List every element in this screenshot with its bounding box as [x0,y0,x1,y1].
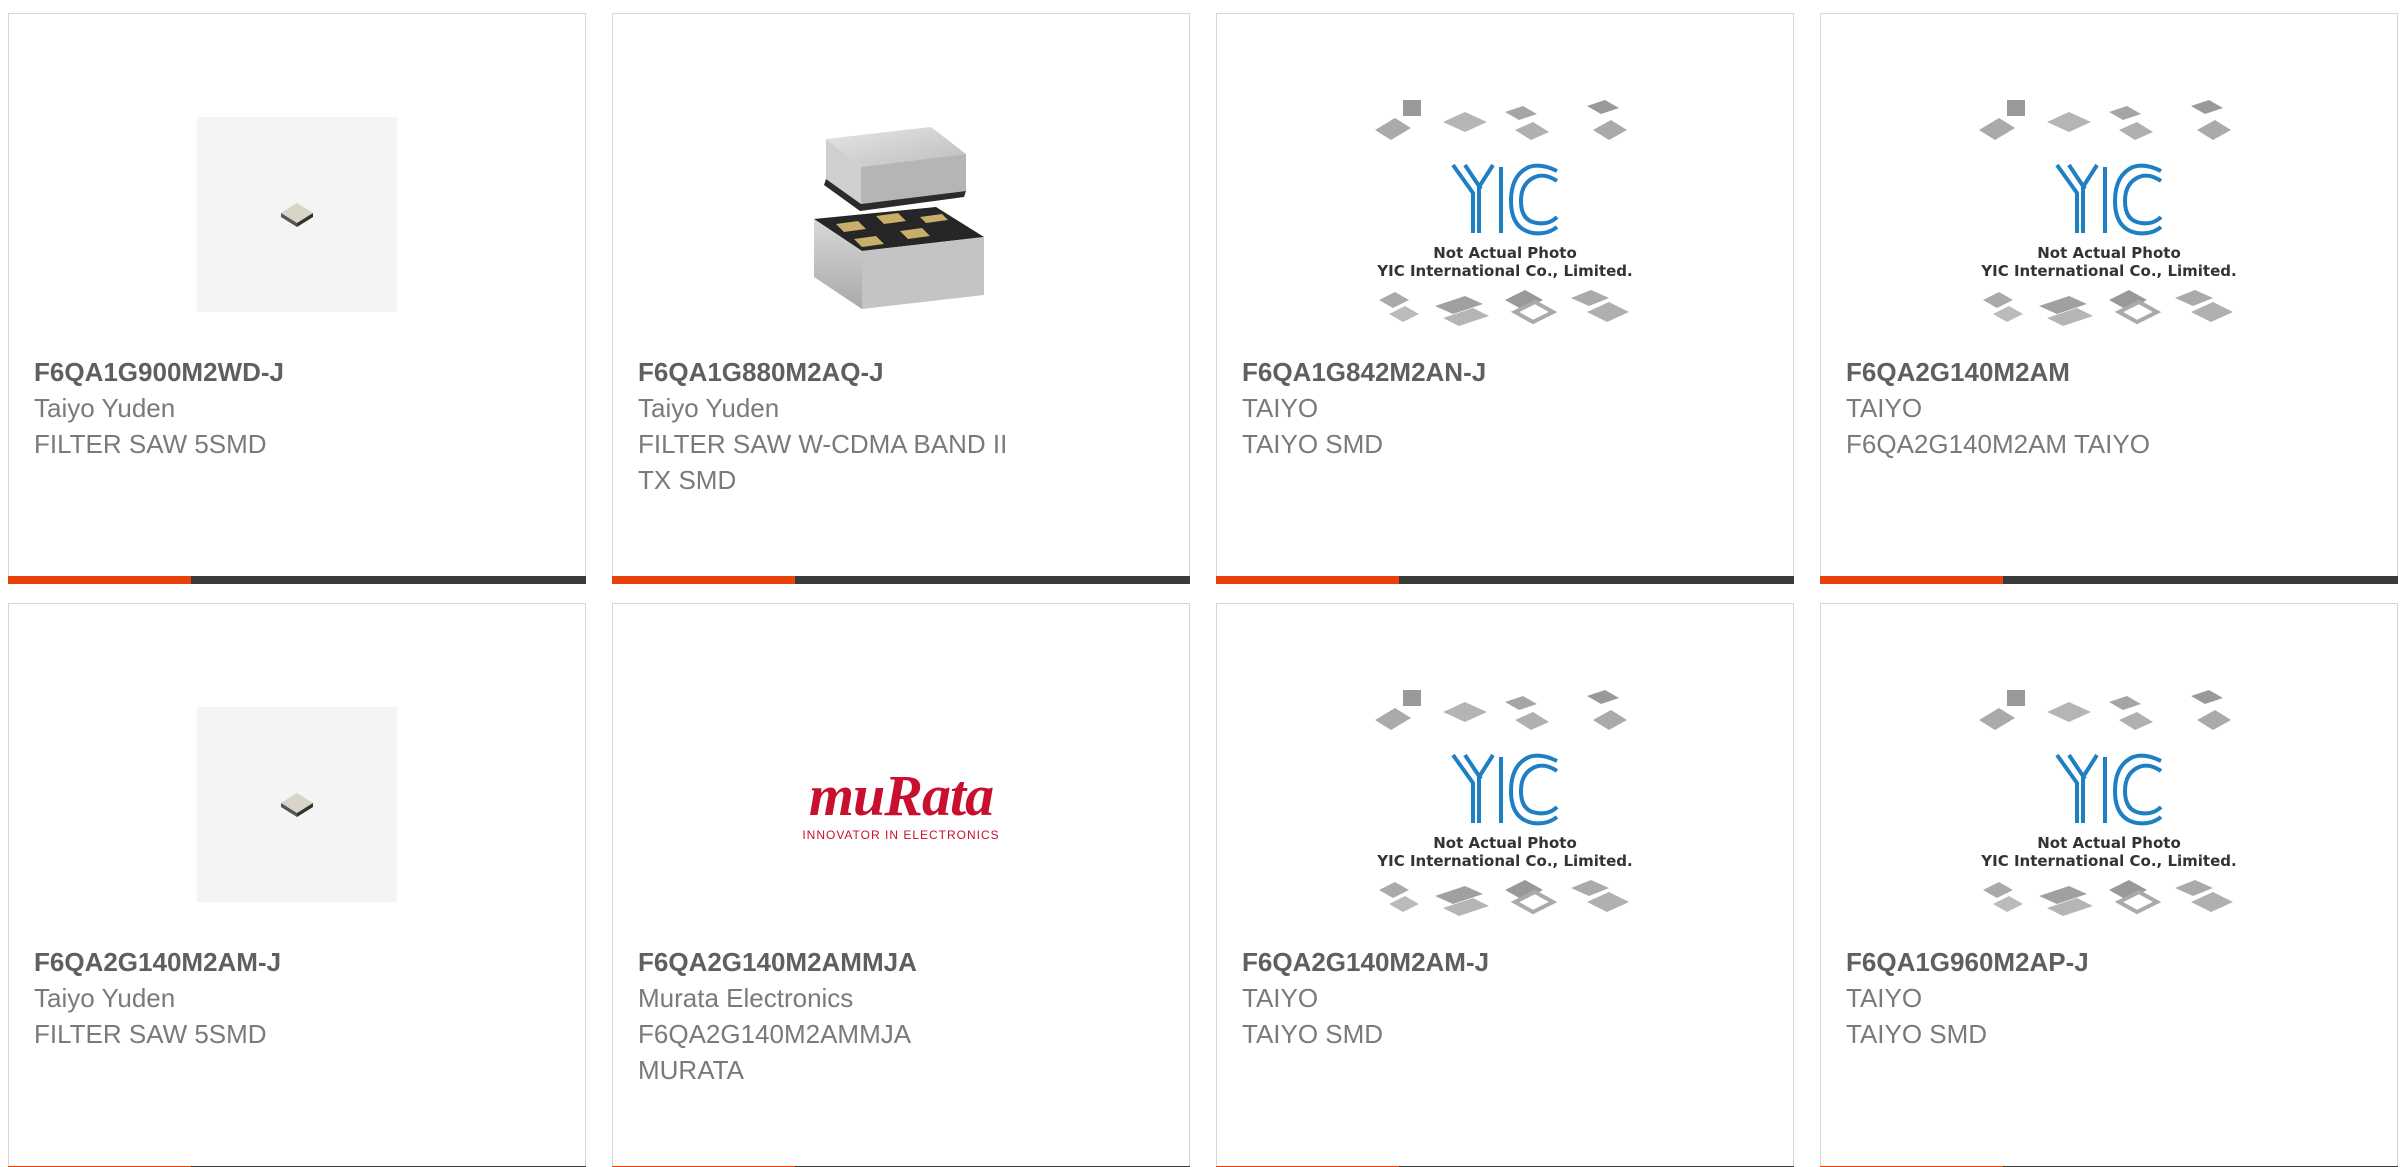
part-number[interactable]: F6QA1G880M2AQ-J [638,354,1164,390]
product-card[interactable]: muRata INNOVATOR IN ELECTRONICS F6QA2G14… [612,603,1190,1167]
description: FILTER SAW 5SMD [34,1019,267,1049]
description: FILTER SAW 5SMD [34,429,267,459]
chip-photo [197,706,397,902]
placeholder-caption: Not Actual Photo [1433,243,1577,262]
murata-logo: muRata INNOVATOR IN ELECTRONICS [802,763,1000,843]
yic-placeholder: Not Actual Photo YIC International Co., … [1969,684,2249,925]
placeholder-caption: Not Actual Photo [1433,833,1577,852]
placeholder-company: YIC International Co., Limited. [1981,851,2237,870]
manufacturer: TAIYO [1242,983,1319,1013]
part-number[interactable]: F6QA2G140M2AM [1846,354,2372,390]
part-number[interactable]: F6QA2G140M2AMMJA [638,944,1164,980]
manufacturer: TAIYO [1846,393,1923,423]
card-bottom-bar [1820,576,2398,584]
placeholder-company: YIC International Co., Limited. [1377,851,1633,870]
product-card[interactable]: Not Actual Photo YIC International Co., … [1216,13,1794,584]
manufacturer: Taiyo Yuden [34,983,176,1013]
description: TAIYO SMD [1242,429,1384,459]
yic-logo-icon [2055,163,2163,235]
yic-logo-icon [2055,753,2163,825]
murata-brand: muRata [808,763,994,828]
part-number[interactable]: F6QA1G960M2AP-J [1846,944,2372,980]
part-number[interactable]: F6QA1G842M2AN-J [1242,354,1768,390]
card-bottom-bar [1216,576,1794,584]
component-icons-bottom [1983,879,2233,916]
product-image[interactable]: Not Actual Photo YIC International Co., … [1218,664,1792,944]
description: TAIYO SMD [1242,1019,1384,1049]
yic-logo-icon [1451,163,1559,235]
yic-logo-icon [1451,753,1559,825]
manufacturer: Taiyo Yuden [34,393,176,423]
placeholder-company: YIC International Co., Limited. [1981,261,2237,280]
part-number[interactable]: F6QA1G900M2WD-J [34,354,560,390]
product-image[interactable]: Not Actual Photo YIC International Co., … [1822,74,2396,354]
product-card[interactable]: Not Actual Photo YIC International Co., … [1820,603,2398,1167]
product-card[interactable]: F6QA1G880M2AQ-J Taiyo Yuden FILTER SAW W… [612,13,1190,584]
card-bottom-bar [612,576,1190,584]
yic-placeholder: Not Actual Photo YIC International Co., … [1365,684,1645,925]
manufacturer: TAIYO [1846,983,1923,1013]
product-image[interactable]: Not Actual Photo YIC International Co., … [1822,664,2396,944]
description: F6QA2G140M2AMMJA [638,1019,912,1049]
placeholder-caption: Not Actual Photo [2037,243,2181,262]
card-accent [1820,576,2003,584]
placeholder-company: YIC International Co., Limited. [1377,261,1633,280]
manufacturer: Murata Electronics [638,983,854,1013]
yic-placeholder: Not Actual Photo YIC International Co., … [1969,94,2249,335]
manufacturer: Taiyo Yuden [638,393,780,423]
component-icons-top [1375,99,1627,140]
component-icons-bottom [1379,289,1629,326]
product-image[interactable] [614,74,1188,354]
product-grid: F6QA1G900M2WD-J Taiyo Yuden FILTER SAW 5… [0,0,2400,1167]
component-icons-bottom [1983,289,2233,326]
component-icons-top [1375,689,1627,730]
description-cont: MURATA [638,1055,744,1085]
murata-tagline: INNOVATOR IN ELECTRONICS [802,828,1000,842]
part-number[interactable]: F6QA2G140M2AM-J [1242,944,1768,980]
card-bottom-bar [8,576,586,584]
yic-placeholder: Not Actual Photo YIC International Co., … [1365,94,1645,335]
product-card[interactable]: Not Actual Photo YIC International Co., … [1216,603,1794,1167]
product-card[interactable]: F6QA1G900M2WD-J Taiyo Yuden FILTER SAW 5… [8,13,586,584]
saw-package-photo [814,127,984,309]
description: FILTER SAW W-CDMA BAND II [638,429,1008,459]
description: F6QA2G140M2AM TAIYO [1846,429,2150,459]
product-image[interactable] [10,664,584,944]
part-number[interactable]: F6QA2G140M2AM-J [34,944,560,980]
product-card[interactable]: Not Actual Photo YIC International Co., … [1820,13,2398,584]
description: TAIYO SMD [1846,1019,1988,1049]
product-image[interactable]: muRata INNOVATOR IN ELECTRONICS [614,664,1188,944]
card-accent [612,576,795,584]
card-accent [8,576,191,584]
product-card[interactable]: F6QA2G140M2AM-J Taiyo Yuden FILTER SAW 5… [8,603,586,1167]
description-cont: TX SMD [638,465,737,495]
component-icons-bottom [1379,879,1629,916]
product-image[interactable] [10,74,584,354]
chip-photo [197,116,397,312]
manufacturer: TAIYO [1242,393,1319,423]
placeholder-caption: Not Actual Photo [2037,833,2181,852]
component-icons-top [1979,99,2231,140]
product-image[interactable]: Not Actual Photo YIC International Co., … [1218,74,1792,354]
component-icons-top [1979,689,2231,730]
card-accent [1216,576,1399,584]
